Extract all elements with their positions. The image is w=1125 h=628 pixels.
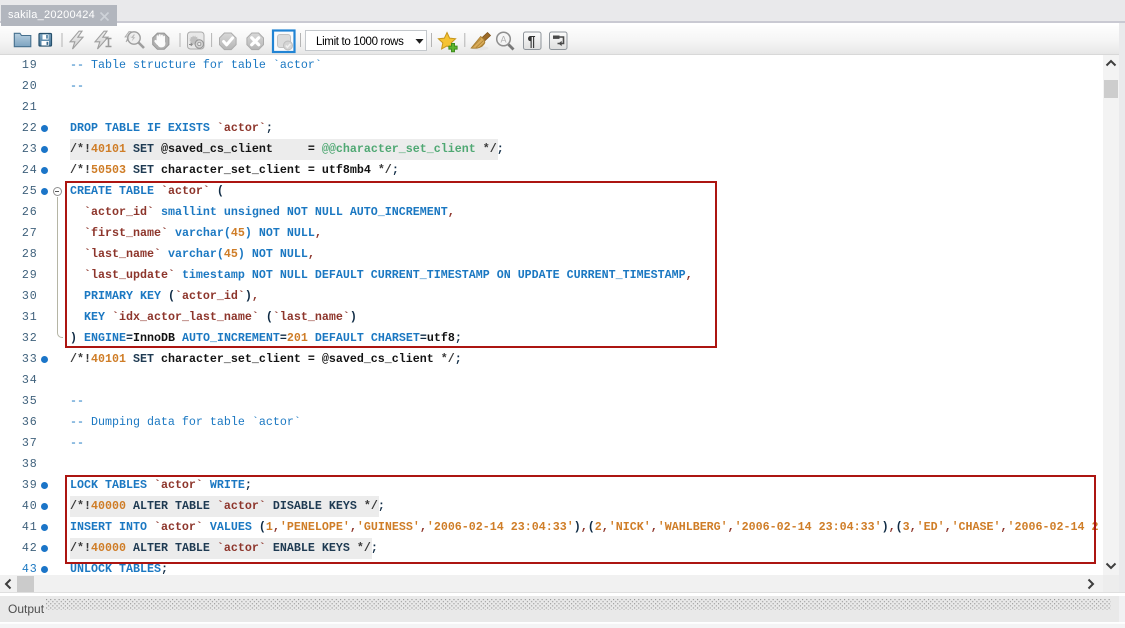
svg-text:¶: ¶ [528,34,536,50]
svg-text:A: A [501,35,507,45]
